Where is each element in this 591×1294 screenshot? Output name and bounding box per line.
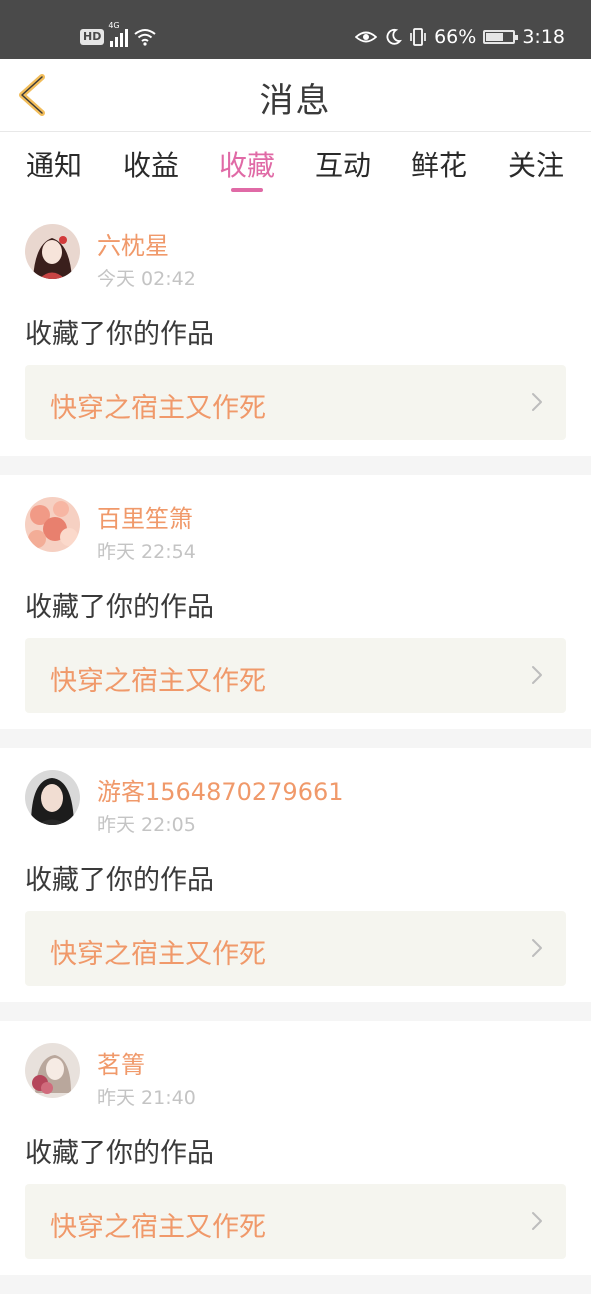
user-avatar[interactable] [25, 770, 80, 825]
notification-list: 六枕星 今天 02:42 收藏了你的作品 快穿之宿主又作死 百里笙箫 昨天 22… [0, 202, 591, 1294]
username[interactable]: 百里笙箫 [97, 499, 193, 534]
timestamp: 昨天 22:54 [97, 541, 196, 563]
tab-follows[interactable]: 关注 [496, 144, 576, 184]
page-title: 消息 [259, 81, 332, 121]
user-avatar[interactable] [25, 497, 80, 552]
chevron-right-icon [532, 939, 542, 957]
do-not-disturb-moon-icon [386, 28, 403, 45]
chevron-right-icon [532, 666, 542, 684]
timestamp: 昨天 22:05 [97, 814, 196, 836]
work-title: 快穿之宿主又作死 [50, 666, 266, 697]
action-text: 收藏了你的作品 [25, 865, 214, 896]
user-avatar[interactable] [25, 1043, 80, 1098]
username[interactable]: 茗箐 [97, 1045, 145, 1080]
tab-notifications[interactable]: 通知 [14, 144, 94, 184]
work-link[interactable]: 快穿之宿主又作死 [25, 638, 566, 713]
work-link[interactable]: 快穿之宿主又作死 [25, 1184, 566, 1259]
cellular-signal-icon: 4G [108, 21, 129, 47]
timestamp: 昨天 21:40 [97, 1087, 196, 1109]
tab-interactions[interactable]: 互动 [303, 144, 383, 184]
active-tab-indicator [231, 188, 263, 192]
work-link[interactable]: 快穿之宿主又作死 [25, 365, 566, 440]
work-link[interactable]: 快穿之宿主又作死 [25, 911, 566, 986]
user-avatar[interactable] [25, 224, 80, 279]
tab-bar: 通知 收益 收藏 互动 鲜花 关注 [0, 132, 591, 202]
notification-card: 游客1564870279661 昨天 22:05 收藏了你的作品 快穿之宿主又作… [0, 748, 591, 1002]
vibrate-icon [410, 28, 426, 46]
notification-card: 百里笙箫 昨天 22:54 收藏了你的作品 快穿之宿主又作死 [0, 475, 591, 729]
eye-comfort-icon [355, 31, 378, 43]
status-right: 66% 3:18 [355, 22, 565, 52]
username[interactable]: 游客1564870279661 [97, 772, 344, 807]
tab-earnings[interactable]: 收益 [111, 144, 191, 184]
timestamp: 今天 02:42 [97, 268, 196, 290]
chevron-right-icon [532, 393, 542, 411]
chevron-right-icon [532, 1212, 542, 1230]
notification-card: 茗箐 昨天 21:40 收藏了你的作品 快穿之宿主又作死 [0, 1021, 591, 1275]
status-bar: HD 4G 66% 3:18 [0, 0, 591, 59]
action-text: 收藏了你的作品 [25, 319, 214, 350]
navigation-bar: 消息 [0, 59, 591, 132]
work-title: 快穿之宿主又作死 [50, 1212, 266, 1243]
status-left: HD 4G [80, 21, 156, 51]
tab-favorites[interactable]: 收藏 [207, 144, 287, 184]
username[interactable]: 六枕星 [97, 226, 169, 261]
notification-card: 六枕星 今天 02:42 收藏了你的作品 快穿之宿主又作死 [0, 202, 591, 456]
action-text: 收藏了你的作品 [25, 1138, 214, 1169]
work-title: 快穿之宿主又作死 [50, 393, 266, 424]
clock: 3:18 [522, 26, 565, 48]
tab-flowers[interactable]: 鲜花 [399, 144, 479, 184]
network-type-label: 4G [108, 21, 120, 30]
wifi-icon [134, 29, 156, 46]
battery-percent: 66% [434, 26, 477, 48]
action-text: 收藏了你的作品 [25, 592, 214, 623]
battery-icon [483, 30, 519, 44]
hd-badge: HD [80, 29, 105, 45]
work-title: 快穿之宿主又作死 [50, 939, 266, 970]
